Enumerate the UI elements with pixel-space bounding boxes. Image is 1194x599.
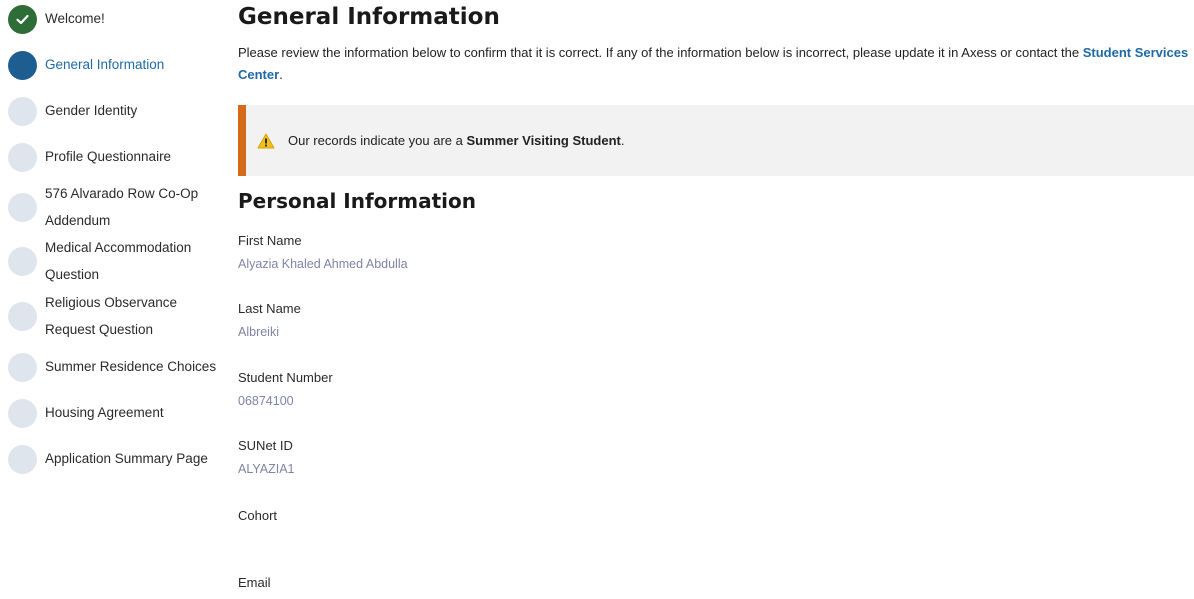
step-circle-icon — [8, 97, 37, 126]
step-circle-icon — [8, 302, 37, 331]
step-circle-icon — [8, 445, 37, 474]
sidebar-steps: Welcome! General Information Gender Iden… — [0, 0, 225, 590]
field-value: Alyazia Khaled Ahmed Abdulla — [238, 257, 408, 271]
sidebar-item-label: Gender Identity — [45, 103, 138, 118]
sidebar-item-gender-identity[interactable]: Gender Identity — [8, 97, 223, 126]
field-value: ALYAZIA1 — [238, 462, 295, 476]
field-last-name: Last Name Albreiki — [238, 301, 301, 339]
intro-body: Please review the information below to c… — [238, 45, 1080, 60]
alert-prefix: Our records indicate you are a — [288, 133, 463, 148]
sidebar-item-housing-agreement[interactable]: Housing Agreement — [8, 399, 223, 428]
step-circle-icon — [8, 353, 37, 382]
sidebar-item-label: General Information — [45, 57, 165, 72]
label-line: Request Question — [45, 322, 154, 337]
field-sunet-id: SUNet ID ALYAZIA1 — [238, 438, 295, 476]
sidebar-item-label: Summer Residence Choices — [45, 359, 217, 374]
field-label: SUNet ID — [238, 438, 293, 453]
label-line: Medical Accommodation — [45, 240, 192, 255]
field-email: Email — [238, 575, 271, 599]
sidebar-item-label: 576 Alvarado Row Co-Op Addendum — [45, 180, 198, 234]
sidebar-item-label: Application Summary Page — [45, 451, 208, 466]
warning-icon — [257, 132, 275, 150]
step-circle-icon — [8, 193, 37, 222]
field-label: First Name — [238, 233, 302, 248]
field-value: 06874100 — [238, 394, 294, 408]
sidebar-item-religious-observance[interactable]: Religious Observance Request Question — [8, 289, 223, 343]
section-title: Personal Information — [238, 189, 476, 213]
field-first-name: First Name Alyazia Khaled Ahmed Abdulla — [238, 233, 408, 271]
sidebar-item-profile-questionnaire[interactable]: Profile Questionnaire — [8, 143, 223, 172]
sidebar-item-medical-accommodation[interactable]: Medical Accommodation Question — [8, 234, 223, 288]
label-line: Question — [45, 267, 100, 282]
alert-suffix: . — [620, 133, 625, 148]
field-label: Email — [238, 575, 271, 590]
intro-text: Please review the information below to c… — [238, 42, 1194, 86]
sidebar-item-co-op-addendum[interactable]: 576 Alvarado Row Co-Op Addendum — [8, 180, 223, 234]
status-alert: Our records indicate you are a Summer Vi… — [238, 105, 1194, 176]
label-line: Addendum — [45, 213, 111, 228]
alert-status: Summer Visiting Student — [466, 133, 621, 148]
sidebar-item-application-summary[interactable]: Application Summary Page — [8, 445, 223, 474]
sidebar-item-summer-residence-choices[interactable]: Summer Residence Choices — [8, 353, 223, 382]
field-label: Cohort — [238, 508, 278, 523]
intro-end: . — [279, 67, 283, 82]
field-label: Last Name — [238, 301, 301, 316]
field-cohort: Cohort — [238, 508, 277, 532]
alert-message: Our records indicate you are a Summer Vi… — [288, 133, 624, 148]
sidebar-item-label: Profile Questionnaire — [45, 149, 172, 164]
sidebar-item-general-information[interactable]: General Information — [8, 51, 223, 80]
label-line: 576 Alvarado Row Co-Op — [45, 186, 199, 201]
field-student-number: Student Number 06874100 — [238, 370, 333, 408]
sidebar-item-label: Welcome! — [45, 11, 105, 26]
sidebar-item-label: Housing Agreement — [45, 405, 164, 420]
field-value: Albreiki — [238, 325, 279, 339]
page-title: General Information — [238, 4, 500, 30]
step-circle-icon — [8, 247, 37, 276]
sidebar-item-welcome[interactable]: Welcome! — [8, 5, 223, 34]
sidebar-item-label: Religious Observance Request Question — [45, 289, 177, 343]
step-circle-icon — [8, 143, 37, 172]
current-step-icon — [8, 51, 37, 80]
step-circle-icon — [8, 399, 37, 428]
field-label: Student Number — [238, 370, 333, 385]
sidebar-item-label: Medical Accommodation Question — [45, 234, 191, 288]
check-icon — [8, 5, 37, 34]
label-line: Religious Observance — [45, 295, 178, 310]
